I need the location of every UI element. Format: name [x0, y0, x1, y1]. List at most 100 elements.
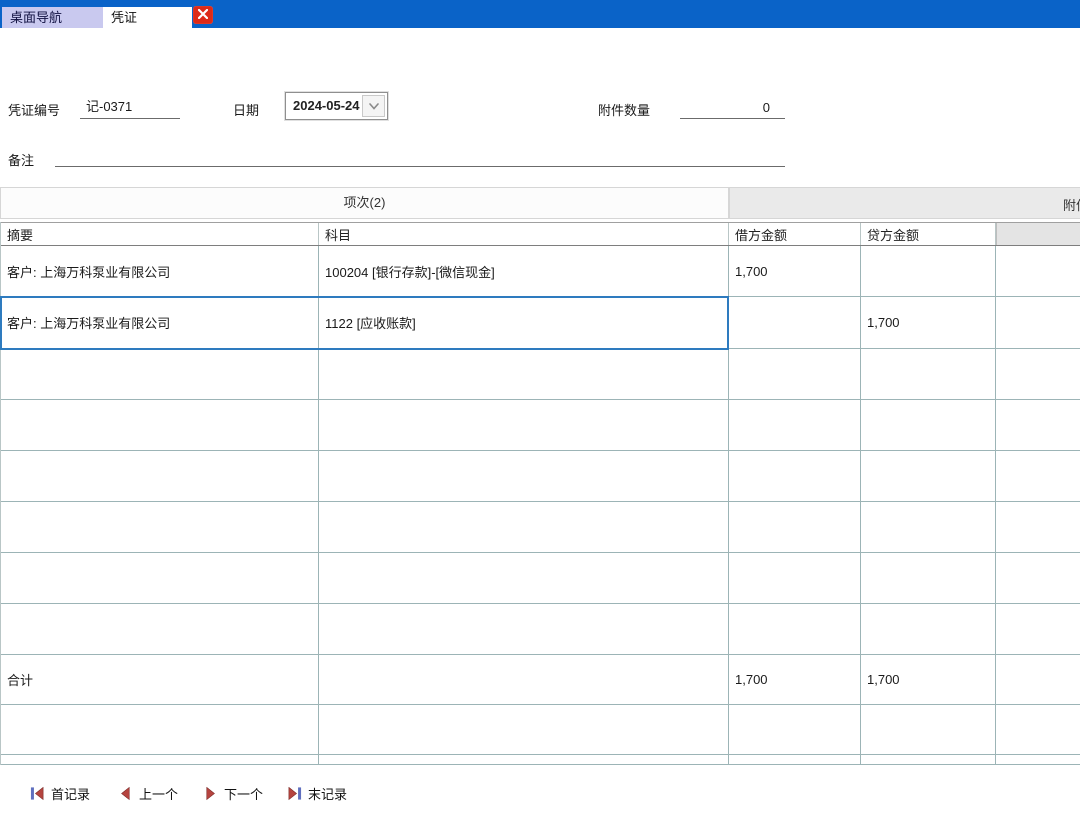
date-dropdown-button[interactable] [362, 95, 385, 117]
debit-cell[interactable]: 1,700 [729, 246, 861, 296]
debit-cell[interactable] [729, 400, 861, 450]
account-cell[interactable] [319, 451, 729, 501]
table-row-empty [1, 349, 1080, 400]
debit-cell[interactable] [729, 705, 861, 754]
next-record-icon [203, 786, 218, 801]
summary-cell[interactable]: 客户: 上海万科泵业有限公司 [1, 297, 319, 348]
credit-cell[interactable] [861, 349, 996, 399]
total-credit-cell: 1,700 [861, 655, 996, 704]
extra-cell[interactable] [996, 604, 1080, 654]
tab-attachments-label: 附件 [1063, 198, 1080, 213]
credit-cell[interactable] [861, 705, 996, 754]
table-row-empty [1, 604, 1080, 655]
account-cell[interactable] [319, 400, 729, 450]
debit-cell[interactable] [729, 349, 861, 399]
account-cell[interactable]: 1122 [应收账款] [319, 297, 729, 348]
previous-record-label: 上一个 [139, 787, 179, 802]
voucher-no-label: 凭证编号 [8, 103, 61, 118]
column-header-debit: 借方金额 [729, 223, 861, 245]
attachment-count-label: 附件数量 [598, 103, 651, 118]
total-debit-cell: 1,700 [729, 655, 861, 704]
column-header-summary: 摘要 [1, 223, 319, 245]
summary-cell[interactable] [1, 705, 319, 754]
extra-cell[interactable] [996, 297, 1080, 348]
voucher-no-field[interactable]: 记-0371 [80, 92, 180, 119]
debit-cell[interactable] [729, 553, 861, 603]
record-navigation: 首记录 上一个 下一个 末记录 [0, 784, 1080, 806]
tab-voucher[interactable]: 凭证 [103, 7, 192, 28]
table-total-row: 合计 1,700 1,700 [1, 655, 1080, 705]
extra-cell[interactable] [996, 400, 1080, 450]
credit-cell[interactable] [861, 502, 996, 552]
account-cell[interactable] [319, 604, 729, 654]
previous-record-button[interactable]: 上一个 [118, 784, 178, 803]
credit-cell[interactable] [861, 246, 996, 296]
close-tab-button[interactable] [193, 6, 213, 24]
remarks-field[interactable] [55, 140, 785, 167]
table-row: 客户: 上海万科泵业有限公司 100204 [银行存款]-[微信现金] 1,70… [1, 246, 1080, 297]
last-record-icon [287, 786, 302, 801]
summary-cell[interactable] [1, 349, 319, 399]
extra-cell[interactable] [996, 502, 1080, 552]
table-row-empty [1, 400, 1080, 451]
extra-cell[interactable] [996, 246, 1080, 296]
total-extra-cell [996, 655, 1080, 704]
table-row-partial [1, 755, 1080, 765]
credit-cell[interactable] [861, 604, 996, 654]
tab-desktop-navigation[interactable]: 桌面导航 [2, 7, 103, 28]
debit-cell [729, 755, 861, 764]
summary-cell[interactable] [1, 400, 319, 450]
attachment-count-field[interactable]: 0 [680, 92, 785, 119]
extra-cell[interactable] [996, 553, 1080, 603]
remarks-label: 备注 [8, 153, 35, 168]
extra-cell[interactable] [996, 705, 1080, 754]
summary-cell [1, 755, 319, 764]
debit-cell[interactable] [729, 297, 861, 348]
last-record-button[interactable]: 末记录 [287, 784, 347, 803]
date-picker[interactable]: 2024-05-24 [284, 91, 389, 121]
credit-cell[interactable] [861, 451, 996, 501]
extra-cell[interactable] [996, 451, 1080, 501]
account-cell[interactable] [319, 705, 729, 754]
column-header-account: 科目 [319, 223, 729, 245]
date-label: 日期 [233, 103, 260, 118]
table-row-empty [1, 705, 1080, 755]
credit-cell[interactable] [861, 553, 996, 603]
column-header-extra [996, 223, 1080, 245]
voucher-grid: 摘要 科目 借方金额 贷方金额 客户: 上海万科泵业有限公司 100204 [银… [0, 222, 1080, 765]
debit-cell[interactable] [729, 604, 861, 654]
chevron-down-icon [368, 97, 379, 115]
last-record-label: 末记录 [308, 787, 348, 802]
account-cell[interactable] [319, 349, 729, 399]
summary-cell[interactable] [1, 553, 319, 603]
table-row-empty [1, 502, 1080, 553]
debit-cell[interactable] [729, 451, 861, 501]
account-cell[interactable] [319, 502, 729, 552]
summary-cell[interactable] [1, 604, 319, 654]
previous-record-icon [118, 786, 133, 801]
next-record-button[interactable]: 下一个 [203, 784, 263, 803]
summary-cell[interactable] [1, 451, 319, 501]
first-record-button[interactable]: 首记录 [30, 784, 90, 803]
account-cell[interactable] [319, 553, 729, 603]
table-row-empty [1, 451, 1080, 502]
debit-cell[interactable] [729, 502, 861, 552]
tab-line-items[interactable]: 项次(2) [0, 187, 729, 219]
table-header-row: 摘要 科目 借方金额 贷方金额 [1, 222, 1080, 246]
extra-cell[interactable] [996, 349, 1080, 399]
column-header-credit: 贷方金额 [861, 223, 996, 245]
account-cell[interactable]: 100204 [银行存款]-[微信现金] [319, 246, 729, 296]
close-icon [197, 6, 209, 24]
tab-attachments[interactable]: 附件 [729, 187, 1080, 219]
table-row-selected: 客户: 上海万科泵业有限公司 1122 [应收账款] 1,700 [1, 297, 1080, 349]
credit-cell [861, 755, 996, 764]
voucher-window: 桌面导航 凭证 凭证编号 记-0371 日期 2024-05-24 附件数量 0… [0, 0, 1080, 813]
total-account-cell [319, 655, 729, 704]
first-record-label: 首记录 [51, 787, 91, 802]
summary-cell[interactable]: 客户: 上海万科泵业有限公司 [1, 246, 319, 296]
credit-cell[interactable]: 1,700 [861, 297, 996, 348]
credit-cell[interactable] [861, 400, 996, 450]
summary-cell[interactable] [1, 502, 319, 552]
extra-cell [996, 755, 1080, 764]
total-label-cell: 合计 [1, 655, 319, 704]
